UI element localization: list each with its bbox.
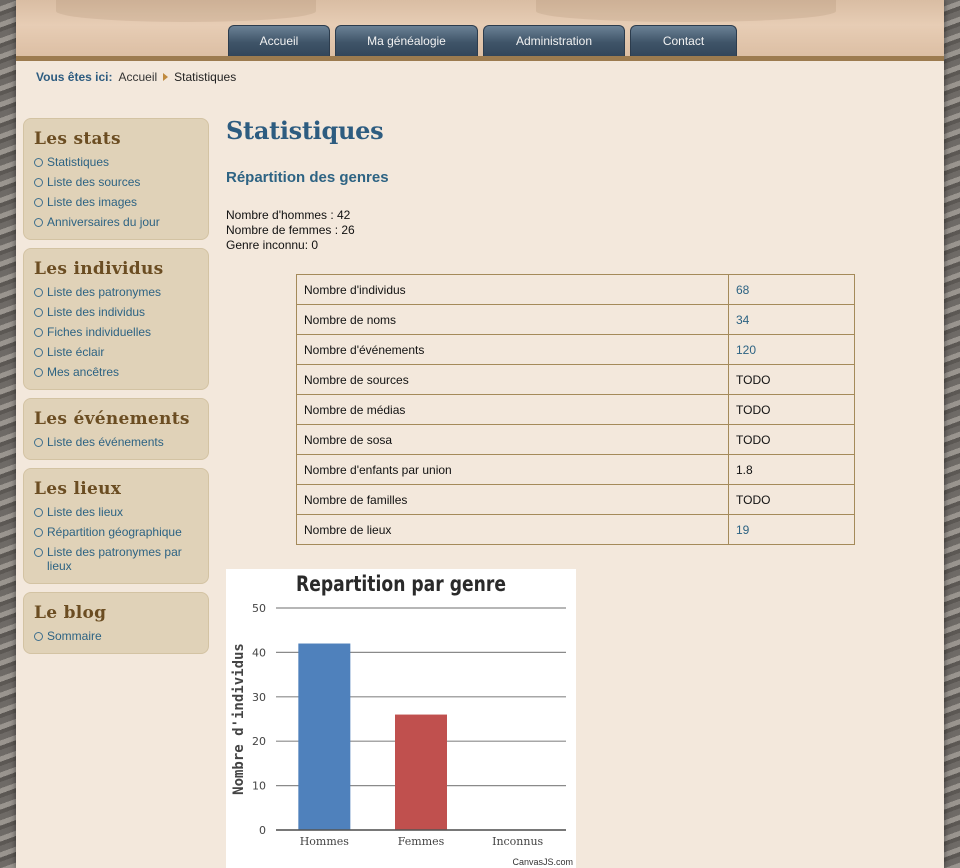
page-title: Statistiques — [226, 116, 384, 145]
chart-x-tick-label: Hommes — [300, 835, 350, 848]
sidebar-box-title: Les événements — [34, 409, 190, 429]
breadcrumb-label: Vous êtes ici: — [36, 70, 113, 84]
sidebar-box-evenements: Les événements Liste des événements — [23, 398, 209, 460]
sidebar: Les stats Statistiques Liste des sources… — [23, 118, 209, 662]
table-cell-value-link[interactable]: 19 — [728, 514, 855, 545]
sidebar-link-sources[interactable]: Liste des sources — [34, 175, 200, 189]
table-cell-label: Nombre de noms — [296, 304, 729, 335]
count-inconnu: Genre inconnu: 0 — [226, 238, 319, 252]
table-row: Nombre de sosa TODO — [296, 424, 855, 455]
sidebar-box-title: Le blog — [34, 603, 107, 623]
table-row: Nombre de sources TODO — [296, 364, 855, 395]
breadcrumb-current: Statistiques — [174, 70, 237, 84]
nav-accueil[interactable]: Accueil — [228, 25, 330, 56]
nav-ma-genealogie[interactable]: Ma généalogie — [335, 25, 478, 56]
sidebar-link-images[interactable]: Liste des images — [34, 195, 200, 209]
chart-y-tick-label: 40 — [252, 646, 266, 659]
table-row: Nombre de familles TODO — [296, 484, 855, 515]
table-cell-label: Nombre de sosa — [296, 424, 729, 455]
chart-y-tick-label: 20 — [252, 735, 266, 748]
sidebar-link-fiches[interactable]: Fiches individuelles — [34, 325, 200, 339]
table-cell-value: TODO — [728, 424, 855, 455]
count-femmes: Nombre de femmes : 26 — [226, 223, 355, 237]
sidebar-link-evenements[interactable]: Liste des événements — [34, 435, 200, 449]
table-cell-label: Nombre d'individus — [296, 274, 729, 305]
gender-chart: Repartition par genre 0 10 20 30 40 50 Nombre d… — [226, 569, 576, 868]
table-cell-label: Nombre d'événements — [296, 334, 729, 365]
breadcrumb-separator-icon — [163, 73, 169, 81]
stats-table: Nombre d'individus 68 Nombre de noms 34 Nomb… — [296, 274, 855, 545]
chart-y-tick-label: 0 — [259, 824, 266, 837]
table-row: Nombre de noms 34 — [296, 304, 855, 335]
chart-y-axis-label: Nombre d'individus — [231, 643, 247, 795]
nav-administration[interactable]: Administration — [483, 25, 625, 56]
chart-y-tick-label: 30 — [252, 691, 266, 704]
table-row: Nombre d'événements 120 — [296, 334, 855, 365]
header-divider — [16, 56, 944, 61]
chart-bar — [298, 643, 351, 830]
table-cell-label: Nombre de médias — [296, 394, 729, 425]
table-cell-label: Nombre de sources — [296, 364, 729, 395]
table-cell-value-link[interactable]: 68 — [728, 274, 855, 305]
table-cell-value-link[interactable]: 120 — [728, 334, 855, 365]
sidebar-link-sommaire[interactable]: Sommaire — [34, 629, 200, 643]
sidebar-box-lieux: Les lieux Liste des lieux Répartition gé… — [23, 468, 209, 584]
chart-x-tick-label: Femmes — [398, 835, 445, 848]
banner-decoration — [56, 0, 316, 22]
sidebar-box-stats: Les stats Statistiques Liste des sources… — [23, 118, 209, 240]
chart-title: Repartition par genre — [296, 572, 506, 596]
count-hommes: Nombre d'hommes : 42 — [226, 208, 351, 222]
page: Accueil Ma généalogie Administration Con… — [16, 0, 944, 868]
sidebar-link-individus[interactable]: Liste des individus — [34, 305, 200, 319]
gender-counts: Nombre d'hommes : 42 Nombre de femmes : … — [226, 208, 926, 253]
chart-y-tick-label: 10 — [252, 780, 266, 793]
background-texture-left — [0, 0, 16, 868]
sidebar-link-lieux[interactable]: Liste des lieux — [34, 505, 200, 519]
sidebar-link-patronymes[interactable]: Liste des patronymes — [34, 285, 200, 299]
main-nav: Accueil Ma généalogie Administration Con… — [228, 25, 737, 56]
table-row: Nombre d'individus 68 — [296, 274, 855, 305]
sidebar-box-title: Les individus — [34, 259, 164, 279]
table-cell-label: Nombre d'enfants par union — [296, 454, 729, 485]
table-cell-value-link[interactable]: 34 — [728, 304, 855, 335]
section-title: Répartition des genres — [226, 169, 389, 186]
chart-svg: Repartition par genre 0 10 20 30 40 50 Nombre d… — [231, 572, 566, 848]
table-cell-value: TODO — [728, 394, 855, 425]
table-cell-value: TODO — [728, 364, 855, 395]
sidebar-box-title: Les stats — [34, 129, 121, 149]
breadcrumb: Vous êtes ici: Accueil Statistiques — [36, 70, 236, 84]
sidebar-link-patronymes-lieux[interactable]: Liste des patronymes par lieux — [34, 545, 200, 573]
main-content: Statistiques Répartition des genres Nomb… — [226, 110, 926, 545]
nav-contact[interactable]: Contact — [630, 25, 737, 56]
sidebar-box-individus: Les individus Liste des patronymes Liste… — [23, 248, 209, 390]
table-row: Nombre de médias TODO — [296, 394, 855, 425]
chart-y-tick-label: 50 — [252, 602, 266, 615]
sidebar-box-title: Les lieux — [34, 479, 122, 499]
table-cell-label: Nombre de familles — [296, 484, 729, 515]
breadcrumb-link-accueil[interactable]: Accueil — [118, 70, 157, 84]
chart-bar — [395, 714, 447, 830]
sidebar-box-blog: Le blog Sommaire — [23, 592, 209, 654]
sidebar-link-anniversaires[interactable]: Anniversaires du jour — [34, 215, 200, 229]
table-cell-label: Nombre de lieux — [296, 514, 729, 545]
table-row: Nombre d'enfants par union 1.8 — [296, 454, 855, 485]
chart-credit[interactable]: CanvasJS.com — [512, 857, 573, 867]
header-banner: Accueil Ma généalogie Administration Con… — [16, 0, 944, 56]
banner-decoration — [536, 0, 836, 22]
sidebar-link-repartition[interactable]: Répartition géographique — [34, 525, 200, 539]
sidebar-link-eclair[interactable]: Liste éclair — [34, 345, 200, 359]
table-row: Nombre de lieux 19 — [296, 514, 855, 545]
sidebar-link-ancetres[interactable]: Mes ancêtres — [34, 365, 200, 379]
sidebar-link-statistiques[interactable]: Statistiques — [34, 155, 200, 169]
table-cell-value: 1.8 — [728, 454, 855, 485]
table-cell-value: TODO — [728, 484, 855, 515]
chart-x-tick-label: Inconnus — [492, 835, 543, 848]
background-texture-right — [944, 0, 960, 868]
